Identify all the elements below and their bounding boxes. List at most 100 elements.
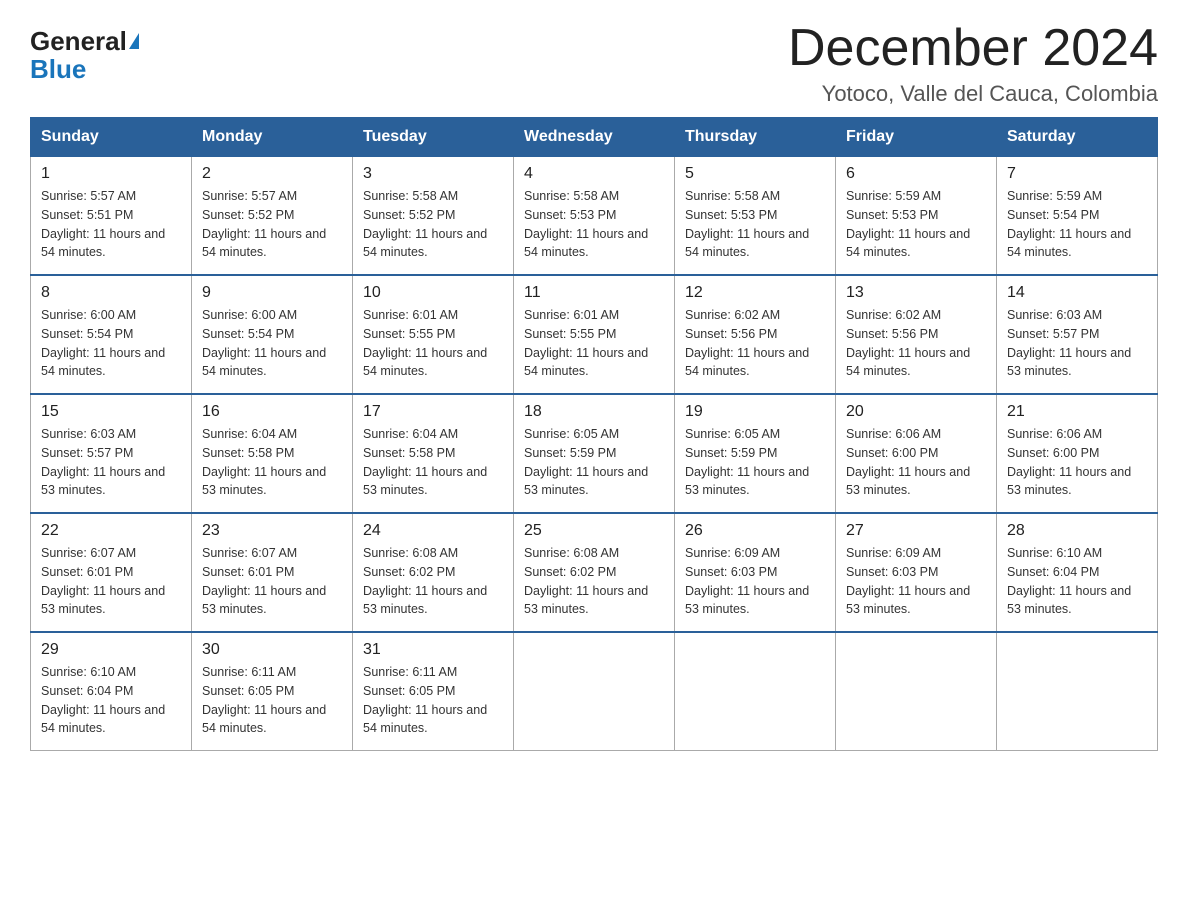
calendar-title: December 2024 bbox=[788, 20, 1158, 77]
calendar-subtitle: Yotoco, Valle del Cauca, Colombia bbox=[788, 81, 1158, 107]
day-number: 7 bbox=[1007, 165, 1147, 183]
logo-blue: Blue bbox=[30, 56, 86, 82]
day-info: Sunrise: 6:05 AMSunset: 5:59 PMDaylight:… bbox=[524, 427, 648, 497]
day-number: 9 bbox=[202, 284, 342, 302]
day-info: Sunrise: 5:59 AMSunset: 5:54 PMDaylight:… bbox=[1007, 189, 1131, 259]
day-info: Sunrise: 6:11 AMSunset: 6:05 PMDaylight:… bbox=[202, 665, 326, 735]
day-number: 24 bbox=[363, 522, 503, 540]
day-number: 8 bbox=[41, 284, 181, 302]
table-row: 1 Sunrise: 5:57 AMSunset: 5:51 PMDayligh… bbox=[31, 157, 192, 276]
table-row: 22 Sunrise: 6:07 AMSunset: 6:01 PMDaylig… bbox=[31, 513, 192, 632]
day-number: 6 bbox=[846, 165, 986, 183]
table-row: 11 Sunrise: 6:01 AMSunset: 5:55 PMDaylig… bbox=[514, 275, 675, 394]
table-row: 17 Sunrise: 6:04 AMSunset: 5:58 PMDaylig… bbox=[353, 394, 514, 513]
day-number: 26 bbox=[685, 522, 825, 540]
day-info: Sunrise: 6:08 AMSunset: 6:02 PMDaylight:… bbox=[524, 546, 648, 616]
table-row: 16 Sunrise: 6:04 AMSunset: 5:58 PMDaylig… bbox=[192, 394, 353, 513]
table-row: 7 Sunrise: 5:59 AMSunset: 5:54 PMDayligh… bbox=[997, 157, 1158, 276]
day-number: 28 bbox=[1007, 522, 1147, 540]
table-row: 23 Sunrise: 6:07 AMSunset: 6:01 PMDaylig… bbox=[192, 513, 353, 632]
day-number: 3 bbox=[363, 165, 503, 183]
logo-triangle-icon bbox=[129, 33, 139, 49]
table-row: 21 Sunrise: 6:06 AMSunset: 6:00 PMDaylig… bbox=[997, 394, 1158, 513]
logo-general: General bbox=[30, 28, 127, 54]
title-block: December 2024 Yotoco, Valle del Cauca, C… bbox=[788, 20, 1158, 107]
day-number: 30 bbox=[202, 641, 342, 659]
day-info: Sunrise: 5:58 AMSunset: 5:52 PMDaylight:… bbox=[363, 189, 487, 259]
table-row bbox=[514, 632, 675, 751]
header-friday: Friday bbox=[836, 118, 997, 157]
table-row: 29 Sunrise: 6:10 AMSunset: 6:04 PMDaylig… bbox=[31, 632, 192, 751]
day-info: Sunrise: 6:01 AMSunset: 5:55 PMDaylight:… bbox=[363, 308, 487, 378]
day-number: 11 bbox=[524, 284, 664, 302]
day-info: Sunrise: 5:59 AMSunset: 5:53 PMDaylight:… bbox=[846, 189, 970, 259]
day-number: 22 bbox=[41, 522, 181, 540]
day-info: Sunrise: 5:57 AMSunset: 5:51 PMDaylight:… bbox=[41, 189, 165, 259]
day-info: Sunrise: 6:01 AMSunset: 5:55 PMDaylight:… bbox=[524, 308, 648, 378]
header-wednesday: Wednesday bbox=[514, 118, 675, 157]
table-row: 25 Sunrise: 6:08 AMSunset: 6:02 PMDaylig… bbox=[514, 513, 675, 632]
day-info: Sunrise: 6:00 AMSunset: 5:54 PMDaylight:… bbox=[202, 308, 326, 378]
day-number: 12 bbox=[685, 284, 825, 302]
calendar-header-row: Sunday Monday Tuesday Wednesday Thursday… bbox=[31, 118, 1158, 157]
header-saturday: Saturday bbox=[997, 118, 1158, 157]
table-row: 19 Sunrise: 6:05 AMSunset: 5:59 PMDaylig… bbox=[675, 394, 836, 513]
table-row: 8 Sunrise: 6:00 AMSunset: 5:54 PMDayligh… bbox=[31, 275, 192, 394]
header-monday: Monday bbox=[192, 118, 353, 157]
table-row: 6 Sunrise: 5:59 AMSunset: 5:53 PMDayligh… bbox=[836, 157, 997, 276]
day-number: 20 bbox=[846, 403, 986, 421]
table-row: 27 Sunrise: 6:09 AMSunset: 6:03 PMDaylig… bbox=[836, 513, 997, 632]
logo: General Blue bbox=[30, 28, 139, 82]
day-info: Sunrise: 5:57 AMSunset: 5:52 PMDaylight:… bbox=[202, 189, 326, 259]
header-tuesday: Tuesday bbox=[353, 118, 514, 157]
day-number: 31 bbox=[363, 641, 503, 659]
day-info: Sunrise: 6:06 AMSunset: 6:00 PMDaylight:… bbox=[846, 427, 970, 497]
day-info: Sunrise: 6:10 AMSunset: 6:04 PMDaylight:… bbox=[1007, 546, 1131, 616]
day-number: 17 bbox=[363, 403, 503, 421]
table-row: 24 Sunrise: 6:08 AMSunset: 6:02 PMDaylig… bbox=[353, 513, 514, 632]
day-number: 5 bbox=[685, 165, 825, 183]
day-info: Sunrise: 6:09 AMSunset: 6:03 PMDaylight:… bbox=[846, 546, 970, 616]
calendar-week-row: 1 Sunrise: 5:57 AMSunset: 5:51 PMDayligh… bbox=[31, 157, 1158, 276]
day-info: Sunrise: 6:09 AMSunset: 6:03 PMDaylight:… bbox=[685, 546, 809, 616]
day-number: 14 bbox=[1007, 284, 1147, 302]
day-number: 4 bbox=[524, 165, 664, 183]
day-info: Sunrise: 6:00 AMSunset: 5:54 PMDaylight:… bbox=[41, 308, 165, 378]
calendar-week-row: 22 Sunrise: 6:07 AMSunset: 6:01 PMDaylig… bbox=[31, 513, 1158, 632]
day-number: 2 bbox=[202, 165, 342, 183]
table-row: 26 Sunrise: 6:09 AMSunset: 6:03 PMDaylig… bbox=[675, 513, 836, 632]
day-info: Sunrise: 6:02 AMSunset: 5:56 PMDaylight:… bbox=[846, 308, 970, 378]
table-row: 4 Sunrise: 5:58 AMSunset: 5:53 PMDayligh… bbox=[514, 157, 675, 276]
day-number: 27 bbox=[846, 522, 986, 540]
day-number: 29 bbox=[41, 641, 181, 659]
table-row: 10 Sunrise: 6:01 AMSunset: 5:55 PMDaylig… bbox=[353, 275, 514, 394]
day-number: 19 bbox=[685, 403, 825, 421]
table-row: 12 Sunrise: 6:02 AMSunset: 5:56 PMDaylig… bbox=[675, 275, 836, 394]
day-info: Sunrise: 6:03 AMSunset: 5:57 PMDaylight:… bbox=[41, 427, 165, 497]
day-number: 23 bbox=[202, 522, 342, 540]
table-row bbox=[675, 632, 836, 751]
day-number: 21 bbox=[1007, 403, 1147, 421]
table-row: 9 Sunrise: 6:00 AMSunset: 5:54 PMDayligh… bbox=[192, 275, 353, 394]
table-row: 18 Sunrise: 6:05 AMSunset: 5:59 PMDaylig… bbox=[514, 394, 675, 513]
calendar-table: Sunday Monday Tuesday Wednesday Thursday… bbox=[30, 117, 1158, 751]
day-number: 16 bbox=[202, 403, 342, 421]
table-row: 3 Sunrise: 5:58 AMSunset: 5:52 PMDayligh… bbox=[353, 157, 514, 276]
day-number: 15 bbox=[41, 403, 181, 421]
day-info: Sunrise: 6:02 AMSunset: 5:56 PMDaylight:… bbox=[685, 308, 809, 378]
table-row: 30 Sunrise: 6:11 AMSunset: 6:05 PMDaylig… bbox=[192, 632, 353, 751]
day-number: 18 bbox=[524, 403, 664, 421]
day-info: Sunrise: 5:58 AMSunset: 5:53 PMDaylight:… bbox=[524, 189, 648, 259]
page-header: General Blue December 2024 Yotoco, Valle… bbox=[30, 20, 1158, 107]
table-row: 28 Sunrise: 6:10 AMSunset: 6:04 PMDaylig… bbox=[997, 513, 1158, 632]
table-row: 14 Sunrise: 6:03 AMSunset: 5:57 PMDaylig… bbox=[997, 275, 1158, 394]
calendar-week-row: 29 Sunrise: 6:10 AMSunset: 6:04 PMDaylig… bbox=[31, 632, 1158, 751]
day-number: 1 bbox=[41, 165, 181, 183]
day-info: Sunrise: 6:08 AMSunset: 6:02 PMDaylight:… bbox=[363, 546, 487, 616]
table-row: 15 Sunrise: 6:03 AMSunset: 5:57 PMDaylig… bbox=[31, 394, 192, 513]
day-info: Sunrise: 6:04 AMSunset: 5:58 PMDaylight:… bbox=[363, 427, 487, 497]
day-info: Sunrise: 6:06 AMSunset: 6:00 PMDaylight:… bbox=[1007, 427, 1131, 497]
table-row: 2 Sunrise: 5:57 AMSunset: 5:52 PMDayligh… bbox=[192, 157, 353, 276]
day-info: Sunrise: 6:04 AMSunset: 5:58 PMDaylight:… bbox=[202, 427, 326, 497]
header-sunday: Sunday bbox=[31, 118, 192, 157]
